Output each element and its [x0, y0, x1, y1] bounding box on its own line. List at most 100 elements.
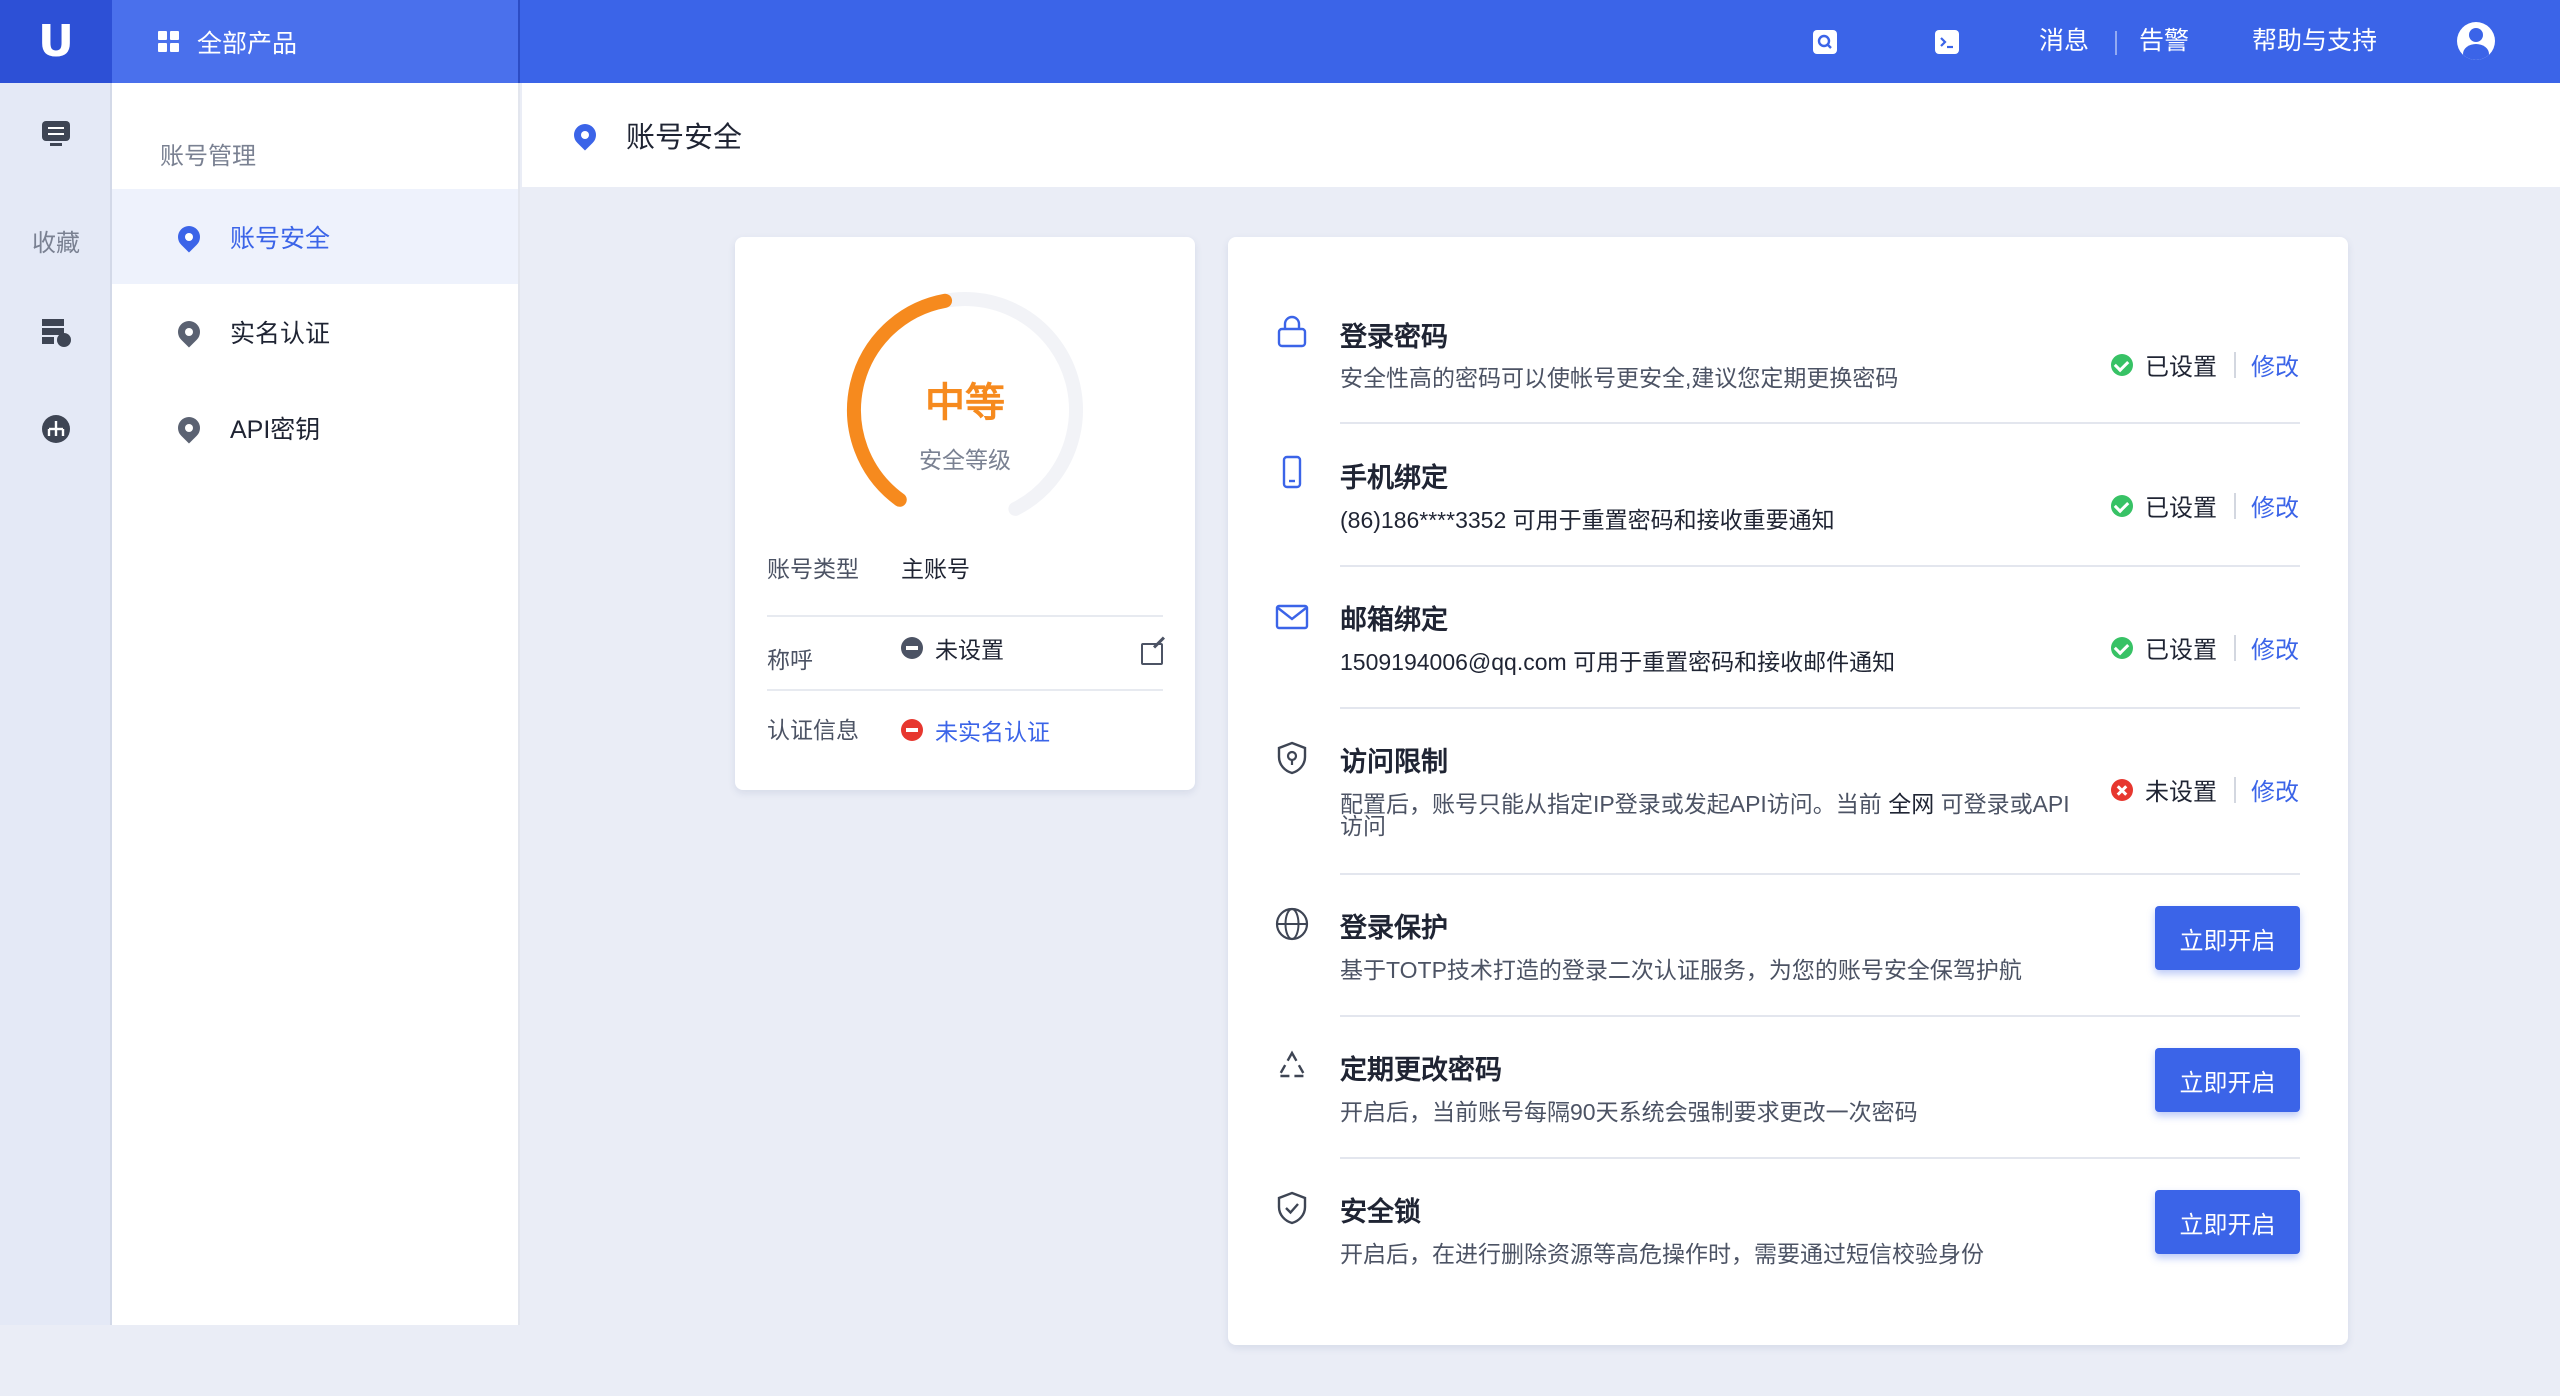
mail-icon	[1274, 599, 1310, 635]
page-header: 账号安全	[522, 83, 2560, 187]
desc-text: 配置后，账号只能从指定IP登录或发起API访问。当前	[1340, 791, 1889, 817]
setting-desc-cont: 访问	[1340, 813, 1386, 839]
status-text: 已设置	[2145, 495, 2217, 522]
ucloud-logo-icon: U	[38, 16, 74, 67]
logo[interactable]: U	[0, 0, 112, 83]
desc-highlight: 全网	[1888, 791, 1935, 817]
divider	[1340, 1015, 2300, 1017]
location-pin-icon	[569, 119, 601, 151]
real-name-auth-link[interactable]: 未实名认证	[935, 713, 1050, 747]
globe-icon	[1274, 906, 1310, 942]
setting-desc: 1509194006@qq.com 可用于重置密码和接收邮件通知	[1340, 649, 1896, 675]
sidebar-item-account-security[interactable]: 账号安全	[112, 189, 518, 284]
modify-link[interactable]: 修改	[2251, 772, 2299, 807]
divider	[2234, 634, 2236, 661]
setting-desc: 开启后，当前账号每隔90天系统会强制要求更改一次密码	[1340, 1099, 1918, 1125]
recycle-icon	[1274, 1048, 1310, 1084]
setting-title: 邮箱绑定	[1340, 605, 1448, 635]
divider	[1340, 873, 2300, 875]
all-products-button[interactable]: 全部产品	[112, 0, 520, 83]
divider	[2234, 776, 2236, 803]
x-circle-icon	[2111, 778, 2133, 801]
terminal-icon[interactable]	[1935, 30, 1959, 54]
setting-title: 安全锁	[1340, 1197, 1421, 1227]
left-rail: 收藏	[0, 83, 112, 1325]
alerts-link[interactable]: 告警	[2139, 0, 2189, 83]
setting-status: 已设置 修改	[2111, 488, 2299, 523]
sidebar-item-label: API密钥	[230, 415, 321, 444]
auth-info-value: 未实名认证	[901, 713, 1050, 747]
all-products-label: 全部产品	[197, 29, 298, 58]
divider	[1340, 422, 2300, 424]
setting-desc: 配置后，账号只能从指定IP登录或发起API访问。当前 全网 可登录或API	[1340, 791, 2120, 817]
modify-link[interactable]: 修改	[2251, 630, 2299, 665]
nickname-status: 未设置	[935, 637, 1004, 663]
modify-link[interactable]: 修改	[2251, 488, 2299, 523]
server-cloud-icon[interactable]	[40, 317, 72, 347]
mobile-phone-icon	[1274, 454, 1310, 490]
check-circle-icon	[2111, 353, 2133, 376]
enable-periodic-password-button[interactable]: 立即开启	[2155, 1048, 2300, 1112]
location-pin-icon	[173, 315, 205, 348]
setting-title: 登录保护	[1340, 913, 1448, 943]
nickname-row: 称呼 未设置	[767, 615, 1163, 689]
setting-desc: 安全性高的密码可以使帐号更安全,建议您定期更换密码	[1340, 365, 1899, 391]
desc-text: 可登录或API	[1934, 791, 2070, 817]
divider	[2234, 351, 2236, 378]
sidebar-item-real-name[interactable]: 实名认证	[112, 284, 518, 379]
messages-link[interactable]: 消息	[2039, 0, 2089, 83]
sidebar-item-label: 账号安全	[230, 224, 331, 253]
setting-title: 登录密码	[1340, 322, 1448, 352]
modify-link[interactable]: 修改	[2251, 347, 2299, 382]
setting-desc: (86)186****3352 可用于重置密码和接收重要通知	[1340, 507, 1835, 533]
security-level-card: 中等 安全等级 账号类型 主账号 称呼 未设置 认证信息 未实名认证	[735, 237, 1195, 790]
setting-desc: 开启后，在进行删除资源等高危操作时，需要通过短信校验身份	[1340, 1241, 1984, 1267]
sidebar-item-label: 实名认证	[230, 319, 331, 348]
status-text: 已设置	[2145, 354, 2217, 381]
divider	[2115, 31, 2117, 55]
monitor-list-icon[interactable]	[40, 119, 72, 147]
check-circle-icon	[2111, 636, 2133, 659]
shield-lock-icon	[1274, 740, 1310, 776]
sidebar-item-api-keys[interactable]: API密钥	[112, 380, 518, 475]
favorites-label[interactable]: 收藏	[0, 223, 112, 258]
security-settings-card: 登录密码 安全性高的密码可以使帐号更安全,建议您定期更换密码 已设置 修改 手机…	[1228, 237, 2348, 1345]
top-bar: U 全部产品 消息 告警 帮助与支持	[0, 0, 2560, 83]
setting-desc: 基于TOTP技术打造的登录二次认证服务，为您的账号安全保驾护航	[1340, 957, 2022, 983]
account-type-row: 账号类型 主账号	[767, 550, 1163, 624]
sub-sidebar: 账号管理 账号安全 实名认证 API密钥	[112, 83, 520, 1325]
security-level-label: 安全等级	[919, 447, 1011, 473]
location-pin-icon	[173, 411, 205, 444]
nickname-label: 称呼	[767, 647, 813, 673]
edit-icon[interactable]	[1141, 643, 1163, 665]
minus-circle-icon	[901, 637, 923, 659]
setting-title: 定期更改密码	[1340, 1055, 1502, 1085]
check-circle-icon	[2111, 494, 2133, 517]
enable-security-lock-button[interactable]: 立即开启	[2155, 1190, 2300, 1254]
enable-login-protection-button[interactable]: 立即开启	[2155, 906, 2300, 970]
grid-icon	[158, 31, 179, 52]
help-support-link[interactable]: 帮助与支持	[2252, 0, 2377, 83]
location-pin-icon	[173, 220, 205, 253]
setting-title: 访问限制	[1340, 747, 1448, 777]
nickname-value: 未设置	[901, 631, 1004, 665]
user-avatar-icon[interactable]	[2457, 22, 2495, 60]
auth-info-row: 认证信息 未实名认证	[767, 689, 1163, 763]
divider	[2234, 492, 2236, 519]
minus-circle-icon	[901, 719, 923, 741]
divider	[1340, 1157, 2300, 1159]
setting-status: 未设置 修改	[2111, 772, 2299, 807]
divider	[1340, 707, 2300, 709]
account-type-value: 主账号	[901, 556, 970, 582]
setting-status: 已设置 修改	[2111, 630, 2299, 665]
account-type-label: 账号类型	[767, 556, 859, 582]
status-text: 已设置	[2145, 637, 2217, 664]
lock-icon	[1274, 313, 1310, 349]
divider	[1340, 565, 2300, 567]
shield-check-icon	[1274, 1190, 1310, 1226]
setting-status: 已设置 修改	[2111, 347, 2299, 382]
search-icon[interactable]	[1813, 30, 1837, 54]
setting-title: 手机绑定	[1340, 463, 1448, 493]
security-level-value: 中等	[925, 381, 1005, 425]
network-icon[interactable]	[40, 413, 72, 443]
